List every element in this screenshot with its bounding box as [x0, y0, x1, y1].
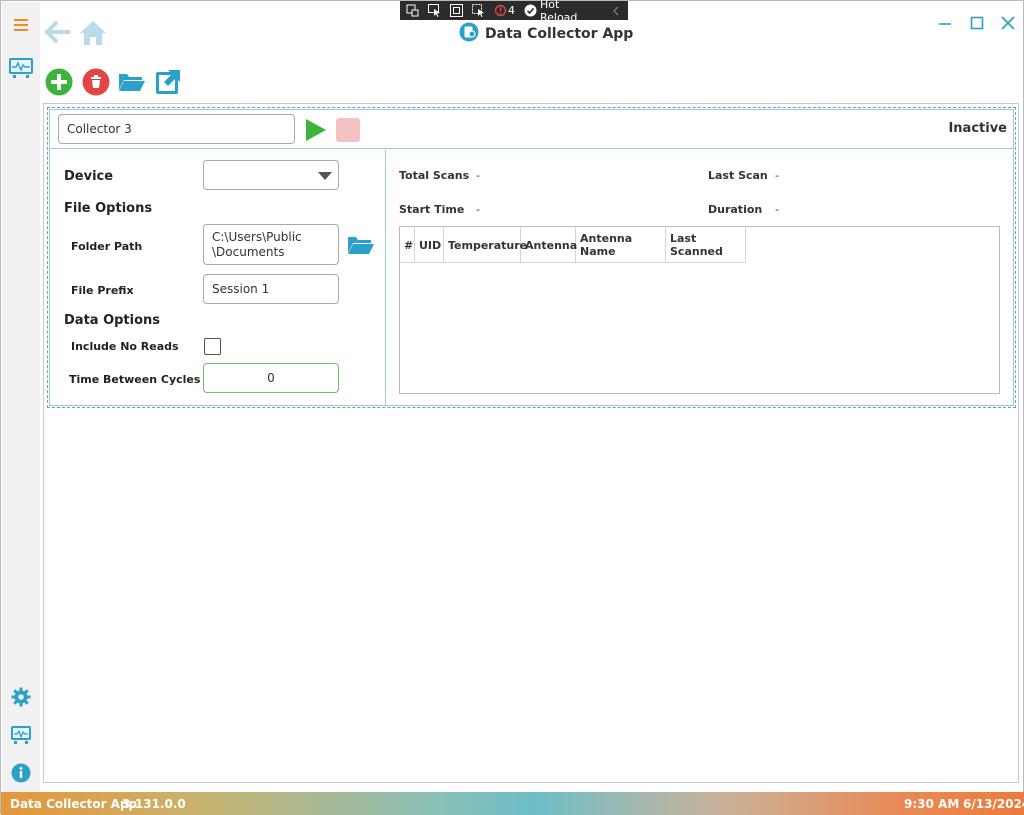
total-scans-value: - [476, 169, 480, 182]
plus-icon [45, 68, 73, 96]
device-monitor-icon[interactable] [6, 720, 36, 750]
collector-name-input[interactable]: Collector 3 [58, 114, 295, 144]
hamburger-menu-icon[interactable] [6, 10, 36, 40]
export-button[interactable] [154, 68, 182, 96]
checkmark-circle-icon [524, 4, 537, 17]
collector-header: Collector 3 Inactive [50, 110, 1013, 149]
live-visual-tree-icon[interactable] [406, 4, 419, 17]
statusbar-app-name: Data Collector App [10, 796, 138, 811]
stats-pane: Total Scans - Last Scan - Start Time - D… [389, 150, 1013, 405]
external-link-icon [156, 70, 180, 94]
main-content: Collector 3 Inactive Device File Options… [43, 103, 1019, 783]
scan-results-table[interactable]: # UID Temperature Antenna Antenna Name L… [399, 226, 1000, 394]
app-title: Data Collector App [459, 22, 633, 46]
status-bar: Data Collector App 3.131.0.0 9:30 AM 6/1… [1, 792, 1024, 815]
folder-open-icon [348, 237, 374, 254]
statusbar-date: 6/13/2024 [963, 796, 1024, 811]
data-options-heading: Data Options [64, 313, 161, 328]
column-header-antenna[interactable]: Antenna [521, 227, 577, 263]
include-no-reads-checkbox[interactable] [204, 338, 221, 355]
column-header-uid[interactable]: UID [415, 227, 444, 263]
binding-errors-indicator[interactable]: 4 [494, 4, 515, 17]
start-collector-button[interactable] [304, 118, 328, 142]
start-time-value: - [476, 203, 480, 216]
add-collector-button[interactable] [45, 68, 73, 96]
stop-collector-button[interactable] [336, 118, 360, 142]
statusbar-time: 9:30 AM [904, 796, 960, 811]
last-scan-value: - [775, 169, 779, 182]
binding-error-count: 4 [508, 4, 515, 17]
device-label: Device [64, 169, 114, 184]
home-icon[interactable] [78, 18, 108, 48]
column-header-temperature[interactable]: Temperature [444, 227, 527, 263]
open-folder-button[interactable] [118, 68, 146, 96]
app-window: 4 Hot Reload Data Collector App Collecto… [0, 0, 1024, 815]
time-between-cycles-input[interactable]: 0 [203, 363, 339, 393]
device-select[interactable] [203, 160, 339, 190]
nav-rail [2, 2, 40, 792]
back-arrow-icon[interactable] [43, 17, 73, 47]
folder-path-label: Folder Path [71, 240, 143, 253]
file-prefix-input[interactable]: Session 1 [203, 274, 339, 304]
last-scan-label: Last Scan [708, 169, 768, 182]
file-options-heading: File Options [64, 201, 153, 216]
total-scans-label: Total Scans [399, 169, 470, 182]
display-layout-adorners-icon[interactable] [450, 4, 463, 17]
file-prefix-label: File Prefix [71, 284, 134, 297]
time-between-cycles-label: Time Between Cycles (s) [69, 373, 221, 386]
column-header-antenna-name[interactable]: Antenna Name [576, 227, 666, 263]
app-title-text: Data Collector App [485, 26, 634, 42]
start-time-label: Start Time [399, 203, 465, 216]
info-icon[interactable] [6, 758, 36, 788]
folder-path-line2: \Documents [212, 244, 285, 259]
browse-folder-button[interactable] [347, 234, 375, 260]
track-focus-icon[interactable] [472, 4, 485, 17]
collapse-chevron-icon[interactable] [609, 4, 622, 17]
collector-status: Inactive [948, 121, 1007, 136]
close-icon[interactable] [997, 13, 1019, 33]
chevron-down-icon [318, 172, 332, 180]
maximize-icon[interactable] [966, 13, 988, 33]
settings-gear-icon[interactable] [6, 682, 36, 712]
play-icon [306, 119, 326, 141]
include-no-reads-label: Include No Reads [71, 340, 179, 353]
hot-reload-label: Hot Reload [539, 0, 578, 24]
column-header-last-scanned[interactable]: Last Scanned [666, 227, 746, 263]
settings-pane: Device File Options Folder Path C:\Users… [50, 150, 386, 405]
duration-label: Duration [708, 203, 763, 216]
trash-icon [82, 68, 110, 96]
folder-path-input[interactable]: C:\Users\Public \Documents [203, 224, 339, 265]
duration-value: - [775, 203, 779, 216]
collector-card: Collector 3 Inactive Device File Options… [47, 107, 1016, 408]
delete-collector-button[interactable] [82, 68, 110, 96]
debug-toolbar: 4 Hot Reload [400, 0, 628, 24]
table-header: # UID Temperature Antenna Antenna Name L… [400, 227, 746, 263]
monitor-icon[interactable] [6, 53, 36, 83]
minimize-icon[interactable] [934, 13, 956, 33]
folder-open-icon [119, 74, 145, 91]
column-header-number[interactable]: # [400, 227, 415, 263]
app-logo-icon [459, 22, 479, 46]
binding-error-icon [494, 4, 507, 17]
hot-reload-button[interactable]: Hot Reload [524, 0, 600, 24]
statusbar-version: 3.131.0.0 [122, 796, 186, 811]
folder-path-line1: C:\Users\Public [212, 229, 302, 244]
select-element-icon[interactable] [428, 4, 441, 17]
